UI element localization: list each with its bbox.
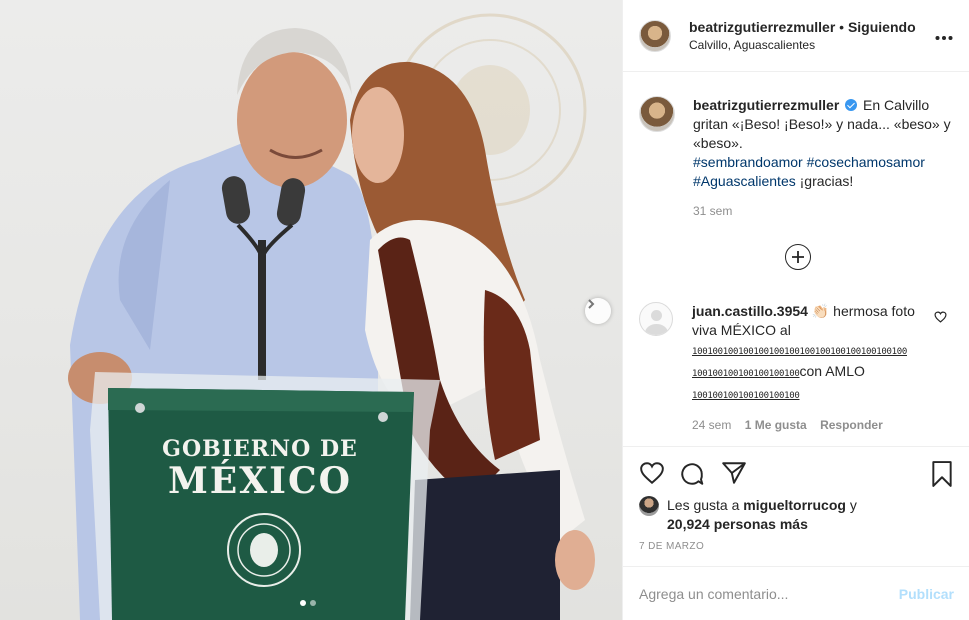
chevron-right-icon: [588, 299, 595, 309]
load-more-comments-button[interactable]: [785, 244, 811, 270]
ellipsis-icon: [935, 36, 953, 40]
comment-button[interactable]: [679, 461, 705, 490]
comment-age[interactable]: 24 sem: [692, 418, 731, 432]
save-button[interactable]: [931, 461, 953, 490]
likes-count[interactable]: 20,924 personas más: [667, 516, 808, 532]
post-side-panel: beatrizgutierrezmuller • Siguiendo Calvi…: [622, 0, 969, 620]
comment-bubble-icon: [681, 463, 704, 485]
verified-badge-icon: [845, 99, 858, 111]
next-photo-button[interactable]: [585, 298, 611, 324]
man-head: [237, 52, 347, 188]
hashtag-link[interactable]: #Aguascalientes: [693, 173, 796, 189]
liker-avatar[interactable]: [639, 496, 659, 516]
bookmark-icon: [932, 461, 952, 487]
author-avatar[interactable]: [639, 19, 671, 52]
comment-meta: 24 sem 1 Me gusta Responder: [692, 416, 930, 435]
plus-icon: [792, 251, 804, 263]
woman-face: [352, 87, 404, 183]
carousel-dots: [300, 600, 316, 606]
like-button[interactable]: [639, 461, 665, 488]
like-comment-button[interactable]: [934, 310, 947, 326]
caption-age[interactable]: 31 sem: [693, 202, 953, 221]
likes-summary: Les gusta a migueltorrucog y 20,924 pers…: [639, 496, 857, 534]
carousel-dot: [310, 600, 316, 606]
reply-button[interactable]: Responder: [820, 418, 883, 432]
hashtag-link[interactable]: #cosechamosamor: [807, 154, 925, 170]
header-text: beatrizgutierrezmuller • Siguiendo Calvi…: [689, 18, 916, 54]
comment-item: juan.castillo.3954 👏🏻 hermosa foto viva …: [639, 302, 959, 435]
heart-icon: [640, 462, 664, 485]
more-options-button[interactable]: [935, 24, 953, 47]
podium-title-line1: GOBIERNO DE: [162, 436, 358, 462]
photo-illustration: [68, 13, 595, 620]
instagram-post-modal: GOBIERNO DE MÉXICO beatrizgutierrezmulle…: [0, 0, 969, 620]
post-date[interactable]: 7 DE MARZO: [639, 541, 704, 552]
podium-title-line2: MÉXICO: [167, 460, 353, 502]
hashtag-link[interactable]: #sembrandoamor: [693, 154, 803, 170]
add-comment-bar: Publicar: [623, 566, 969, 620]
likes-prefix: Les gusta a: [667, 497, 740, 513]
caption-body: beatrizgutierrezmuller En Calvillo grita…: [693, 96, 953, 221]
author-username[interactable]: beatrizgutierrezmuller: [689, 19, 835, 35]
liker-username[interactable]: migueltorrucog: [743, 497, 846, 513]
publish-button[interactable]: Publicar: [899, 586, 954, 602]
post-location[interactable]: Calvillo, Aguascalientes: [689, 36, 916, 54]
comment-emoji-run: 1001001001001001001001001001001001001001…: [692, 347, 907, 357]
header-separator: •: [835, 18, 848, 35]
woman-pants: [410, 470, 560, 620]
post-header: beatrizgutierrezmuller • Siguiendo Calvi…: [623, 0, 969, 72]
action-bar: [623, 446, 969, 496]
heart-outline-icon: [934, 311, 947, 323]
likes-conjunction: y: [849, 497, 857, 513]
following-button[interactable]: Siguiendo: [848, 19, 916, 35]
commenter-username[interactable]: juan.castillo.3954: [692, 303, 808, 319]
comment-emoji-run: 100100100100100100100: [692, 369, 800, 379]
comment-emoji-run: 100100100100100100100: [692, 391, 800, 401]
carousel-dot-active: [300, 600, 306, 606]
caption-tail: ¡gracias!: [799, 173, 854, 189]
post-photo[interactable]: GOBIERNO DE MÉXICO: [0, 0, 622, 620]
caption-avatar[interactable]: [639, 96, 675, 132]
paper-plane-icon: [722, 462, 746, 484]
comment-input[interactable]: [639, 585, 899, 602]
share-button[interactable]: [721, 461, 747, 488]
post-caption: beatrizgutierrezmuller En Calvillo grita…: [623, 72, 969, 221]
commenter-avatar[interactable]: [639, 302, 673, 336]
comment-body: juan.castillo.3954 👏🏻 hermosa foto viva …: [692, 302, 930, 435]
comment-text: con AMLO: [799, 363, 865, 379]
caption-username[interactable]: beatrizgutierrezmuller: [693, 97, 839, 113]
comment-likes[interactable]: 1 Me gusta: [745, 418, 807, 432]
clapping-hands-icon: 👏🏻: [811, 303, 830, 319]
